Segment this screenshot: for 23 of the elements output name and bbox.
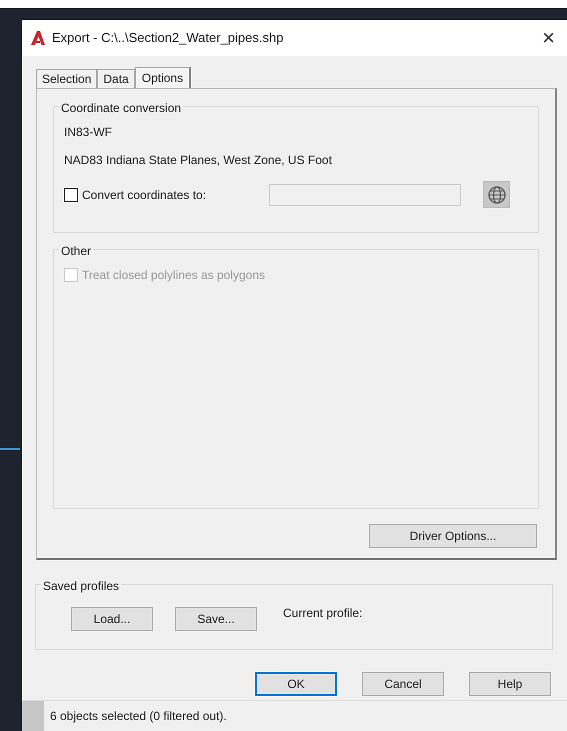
dialog-button[interactable]: Help [469, 672, 551, 696]
status-indicator [22, 700, 44, 731]
status-text: 6 objects selected (0 filtered out). [50, 708, 227, 725]
app-logo-icon [30, 30, 46, 46]
current-profile-label: Current profile: [283, 605, 362, 622]
coordinate-code: IN83-WF [64, 124, 113, 141]
checkbox[interactable] [64, 188, 78, 202]
tab[interactable]: Selection [36, 69, 98, 88]
coordinate-field[interactable] [269, 184, 461, 206]
globe-button[interactable] [483, 181, 510, 208]
drawing-line [0, 448, 20, 450]
checkbox-label: Treat closed polylines as polygons [82, 267, 265, 284]
window-title: Export - C:\..\Section2_Water_pipes.shp [52, 29, 284, 48]
checkbox-label: Convert coordinates to: [82, 186, 206, 204]
driver-options-button[interactable]: Driver Options... [369, 524, 537, 548]
tab[interactable]: Data [97, 69, 135, 88]
dialog-button[interactable]: Cancel [362, 672, 444, 696]
close-button[interactable]: × [538, 27, 559, 49]
profile-button[interactable]: Save... [175, 607, 257, 631]
tab[interactable]: Options [134, 67, 192, 88]
dialog-button[interactable]: OK [255, 672, 337, 696]
profile-button[interactable]: Load... [71, 607, 153, 631]
coordinate-description: NAD83 Indiana State Planes, West Zone, US Foot [64, 152, 333, 169]
